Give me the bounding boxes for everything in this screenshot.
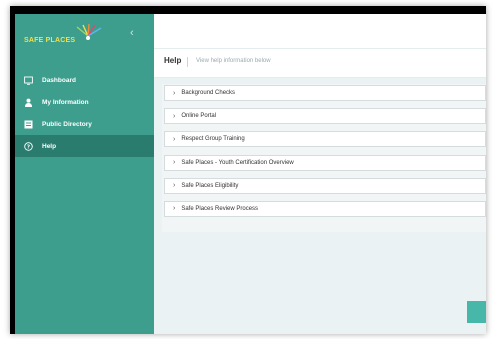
chevron-right-icon: › — [173, 182, 176, 190]
chevron-right-icon: › — [173, 135, 176, 143]
sidebar-nav: Dashboard My Information Public Director… — [15, 69, 154, 157]
accordion-item-review-process[interactable]: › Safe Places Review Process — [164, 200, 486, 217]
sidebar: SAFE PLACES ‹ Dashboard My Information P… — [15, 14, 154, 334]
header-divider — [187, 57, 188, 67]
user-icon — [24, 98, 33, 107]
page-title: Help — [164, 56, 182, 65]
sidebar-item-label: Dashboard — [42, 76, 76, 84]
page-header: Help View help information below — [154, 48, 486, 78]
accordion-item-label: Safe Places Review Process — [181, 205, 259, 212]
accordion-item-label: Safe Places Eligibility — [181, 182, 239, 189]
chevron-right-icon: › — [173, 89, 176, 97]
accordion-item-background-checks[interactable]: › Background Checks — [164, 85, 486, 101]
help-panel: › Background Checks › Online Portal › Re… — [162, 84, 486, 232]
help-icon: ? — [24, 141, 33, 151]
accordion-item-respect-group-training[interactable]: › Respect Group Training — [164, 131, 486, 148]
accordion-item-eligibility[interactable]: › Safe Places Eligibility — [164, 177, 486, 194]
sidebar-item-help[interactable]: ? Help — [15, 135, 154, 157]
logo-text: SAFE PLACES — [24, 37, 76, 44]
sidebar-item-my-information[interactable]: My Information — [15, 91, 154, 113]
chevron-right-icon: › — [173, 159, 176, 167]
action-button[interactable] — [467, 301, 486, 323]
accordion-item-label: Online Portal — [181, 113, 217, 120]
accordion-item-label: Safe Places - Youth Certification Overvi… — [181, 159, 294, 166]
page-subtitle: View help information below — [196, 58, 271, 64]
sidebar-item-label: My Information — [42, 98, 89, 106]
main-content: Help View help information below › Backg… — [154, 14, 486, 334]
directory-icon — [24, 120, 33, 129]
sidebar-item-label: Public Directory — [42, 120, 92, 128]
collapse-sidebar-button[interactable]: ‹ — [130, 27, 134, 39]
sidebar-item-public-directory[interactable]: Public Directory — [15, 113, 154, 135]
logo-burst-icon — [76, 24, 102, 40]
top-bar — [154, 14, 486, 48]
accordion-item-label: Background Checks — [181, 90, 236, 96]
chevron-right-icon: › — [173, 205, 176, 213]
sidebar-item-label: Help — [42, 142, 57, 150]
help-accordion: › Background Checks › Online Portal › Re… — [164, 85, 486, 224]
logo[interactable]: SAFE PLACES ‹ — [15, 14, 154, 54]
sidebar-item-dashboard[interactable]: Dashboard — [15, 69, 154, 91]
svg-text:?: ? — [27, 144, 30, 150]
accordion-item-label: Respect Group Training — [181, 136, 245, 143]
chevron-right-icon: › — [173, 112, 176, 120]
dashboard-icon — [24, 76, 33, 85]
accordion-item-online-portal[interactable]: › Online Portal — [164, 108, 486, 125]
accordion-item-youth-certification[interactable]: › Safe Places - Youth Certification Over… — [164, 154, 486, 171]
